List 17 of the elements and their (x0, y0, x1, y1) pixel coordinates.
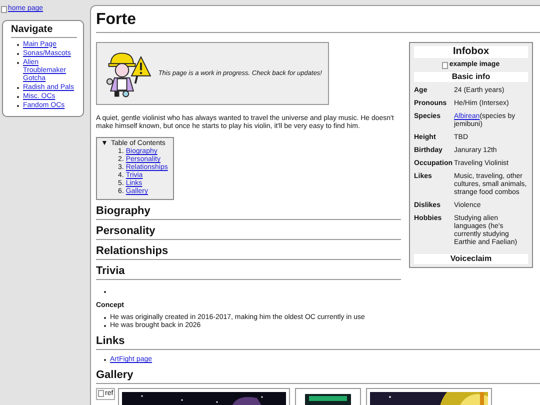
gallery-frame[interactable] (118, 388, 290, 405)
nav-title: Navigate (11, 24, 77, 38)
section-heading: Relationships (96, 245, 401, 260)
section-heading: Links (96, 335, 540, 350)
infobox-title: Infobox (414, 46, 528, 58)
gallery-frame[interactable] (295, 388, 362, 405)
infobox-section-title: Basic info (414, 72, 528, 82)
section-heading: Trivia (96, 265, 401, 280)
broken-image-icon (1, 6, 7, 12)
section-heading: Personality (96, 225, 401, 240)
page-title: Forte (96, 11, 540, 33)
section-heading: Gallery (96, 369, 540, 384)
broken-image-icon (442, 62, 448, 68)
gallery-frame[interactable] (366, 388, 492, 405)
section-heading: Biography (96, 205, 401, 220)
broken-image-icon (98, 390, 104, 397)
infobox-section-title: Voiceclaim (414, 254, 528, 264)
